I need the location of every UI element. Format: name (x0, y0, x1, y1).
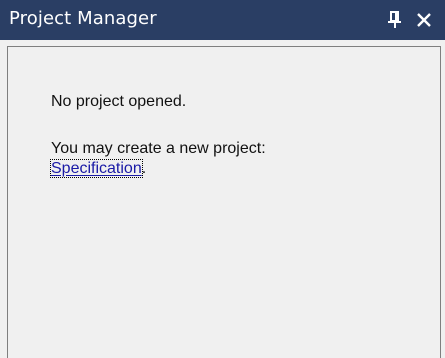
no-project-message: No project opened. (51, 93, 187, 110)
create-project-prompt: You may create a new project: (51, 140, 266, 157)
panel-content: No project opened. You may create a new … (7, 46, 441, 358)
close-icon (417, 13, 431, 27)
specification-link[interactable]: Specification (50, 159, 143, 178)
pin-icon (388, 11, 401, 28)
link-suffix: . (141, 160, 147, 177)
panel-title-bar: Project Manager (0, 0, 445, 40)
link-line: Specification. (50, 159, 147, 179)
panel-title: Project Manager (9, 8, 157, 29)
project-manager-panel: Project Manager No project opened. You m… (0, 0, 445, 358)
pin-button[interactable] (386, 10, 404, 30)
close-button[interactable] (414, 10, 434, 30)
